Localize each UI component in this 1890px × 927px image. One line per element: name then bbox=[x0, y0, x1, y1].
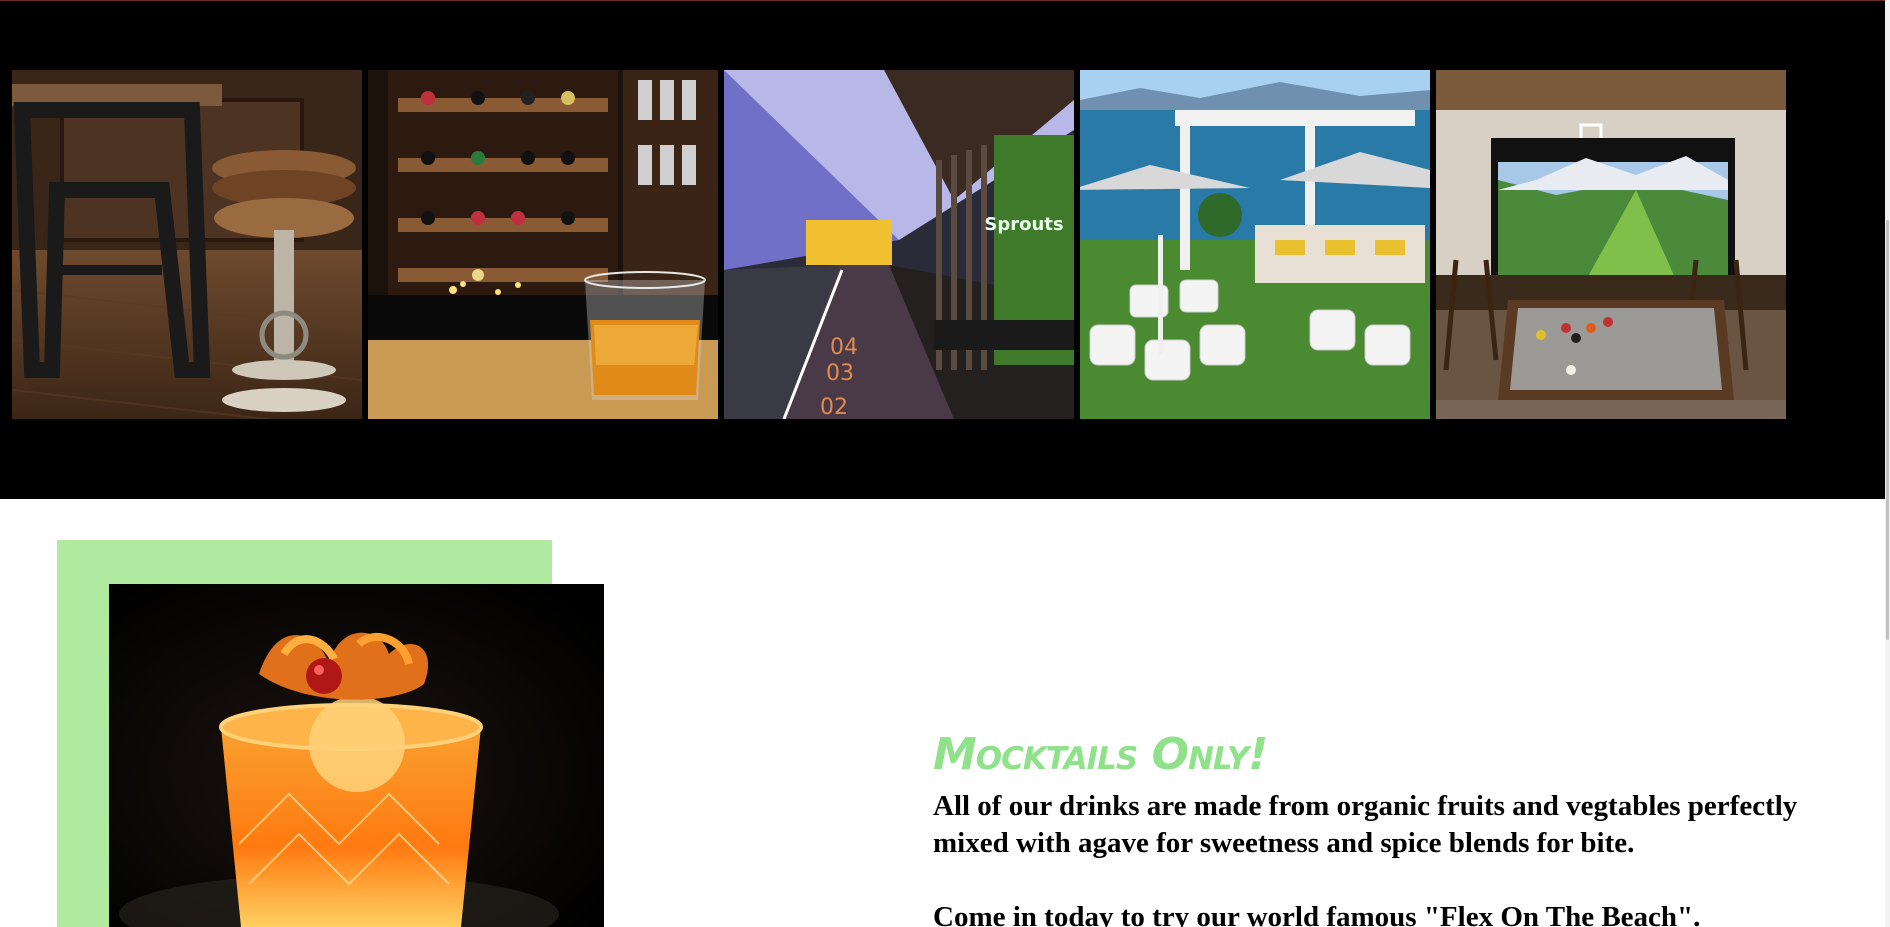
gallery-photo-rooftop-patio[interactable] bbox=[1080, 70, 1430, 419]
lane-number: 02 bbox=[820, 395, 848, 419]
gallery-photo-fitness-lounge[interactable]: Sprouts 02 03 04 bbox=[724, 70, 1074, 419]
gallery-photo-whiskey[interactable] bbox=[368, 70, 718, 419]
bar-stool-photo-icon bbox=[12, 70, 362, 419]
lane-number: 04 bbox=[830, 335, 858, 360]
page: Sprouts 02 03 04 Mocktails Only! All of … bbox=[0, 0, 1885, 927]
promo-paragraph: All of our drinks are made from organic … bbox=[933, 790, 1798, 859]
rooftop-patio-photo-icon bbox=[1080, 70, 1430, 419]
promo-paragraph: Come in today to try our world famous "F… bbox=[933, 901, 1701, 927]
mocktail-glass-photo-icon bbox=[109, 584, 604, 927]
scrollbar-thumb[interactable] bbox=[1886, 220, 1889, 640]
whiskey-glass-photo-icon bbox=[368, 70, 718, 419]
fitness-lounge-photo-icon: Sprouts 02 03 04 bbox=[724, 70, 1074, 419]
page-scrollbar[interactable] bbox=[1885, 0, 1890, 927]
golf-simulator-billiards-photo-icon bbox=[1436, 70, 1786, 419]
promo-headline: Mocktails Only! bbox=[933, 729, 1268, 780]
promo-image bbox=[109, 584, 604, 927]
photo-gallery: Sprouts 02 03 04 bbox=[0, 0, 1885, 499]
fitness-sign-text: Sprouts bbox=[984, 214, 1063, 235]
lane-number: 03 bbox=[826, 361, 854, 386]
gallery-photo-golf-lounge[interactable] bbox=[1436, 70, 1786, 419]
promo-description: All of our drinks are made from organic … bbox=[933, 788, 1863, 927]
gallery-photo-bar-stool[interactable] bbox=[12, 70, 362, 419]
